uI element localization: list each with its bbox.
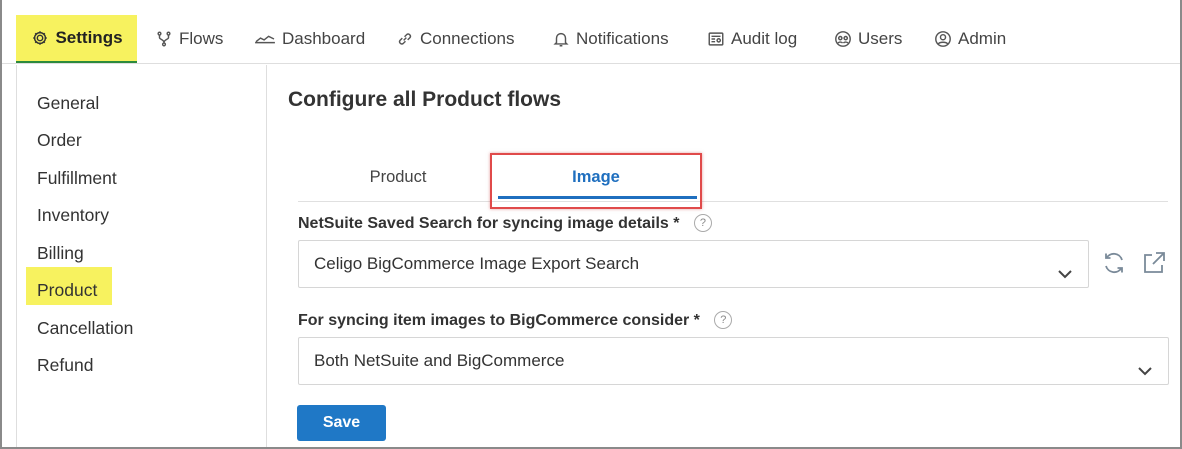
sidebar-item-fulfillment[interactable]: Fulfillment [37, 165, 117, 191]
consider-label: For syncing item images to BigCommerce c… [298, 311, 733, 330]
open-external-icon[interactable] [1141, 250, 1167, 276]
help-icon[interactable]: ? [693, 214, 712, 232]
help-icon[interactable]: ? [714, 311, 733, 329]
tab-highlight-callout [490, 153, 702, 209]
flows-icon [154, 29, 174, 49]
sidebar-item-product[interactable]: Product [37, 277, 97, 303]
tab-product[interactable]: Product [318, 152, 478, 201]
chevron-down-icon [1056, 255, 1074, 279]
nav-audit-log-label: Audit log [731, 29, 798, 48]
nav-dashboard[interactable]: Dashboard [253, 16, 365, 62]
sidebar-item-cancellation[interactable]: Cancellation [37, 315, 133, 341]
nav-flows[interactable]: Flows [154, 16, 223, 62]
nav-dashboard-label: Dashboard [282, 29, 366, 48]
nav-users-label: Users [858, 29, 903, 48]
nav-admin-label: Admin [958, 29, 1007, 48]
saved-search-value: Celigo BigCommerce Image Export Search [314, 254, 640, 273]
nav-audit-log[interactable]: Audit log [706, 16, 797, 62]
settings-sidebar: General Order Fulfillment Inventory Bill… [16, 65, 267, 447]
bell-icon [551, 29, 571, 49]
app-frame: Settings Flows Dashboard Connections Not [0, 0, 1182, 449]
top-nav: Settings Flows Dashboard Connections Not [2, 0, 1180, 64]
nav-settings[interactable]: Settings [16, 15, 137, 63]
sidebar-item-general[interactable]: General [37, 90, 99, 116]
sidebar-item-inventory[interactable]: Inventory [37, 202, 109, 228]
admin-icon [933, 29, 953, 49]
nav-notifications-label: Notifications [576, 29, 669, 48]
sidebar-item-order[interactable]: Order [37, 127, 82, 153]
nav-settings-label: Settings [55, 28, 123, 47]
saved-search-label: NetSuite Saved Search for syncing image … [298, 214, 712, 233]
nav-connections-label: Connections [420, 29, 515, 48]
save-button[interactable]: Save [297, 405, 386, 441]
tab-bar: Product Image [298, 152, 1168, 202]
audit-icon [706, 29, 726, 49]
nav-notifications[interactable]: Notifications [551, 16, 669, 62]
sidebar-item-billing[interactable]: Billing [37, 240, 84, 266]
gear-icon [30, 28, 50, 48]
page-title: Configure all Product flows [288, 88, 562, 111]
sidebar-item-refund[interactable]: Refund [37, 352, 93, 378]
nav-users[interactable]: Users [833, 16, 902, 62]
users-icon [833, 29, 853, 49]
consider-value: Both NetSuite and BigCommerce [314, 351, 565, 370]
saved-search-label-text: NetSuite Saved Search for syncing image … [298, 215, 680, 233]
saved-search-select[interactable]: Celigo BigCommerce Image Export Search [298, 240, 1089, 288]
refresh-icon[interactable] [1101, 250, 1127, 276]
nav-admin[interactable]: Admin [933, 16, 1006, 62]
consider-select[interactable]: Both NetSuite and BigCommerce [298, 337, 1169, 385]
chevron-down-icon [1136, 352, 1154, 376]
link-icon [395, 29, 415, 49]
nav-connections[interactable]: Connections [395, 16, 515, 62]
consider-label-text: For syncing item images to BigCommerce c… [298, 312, 700, 330]
nav-flows-label: Flows [179, 29, 224, 48]
dashboard-icon [253, 29, 277, 49]
